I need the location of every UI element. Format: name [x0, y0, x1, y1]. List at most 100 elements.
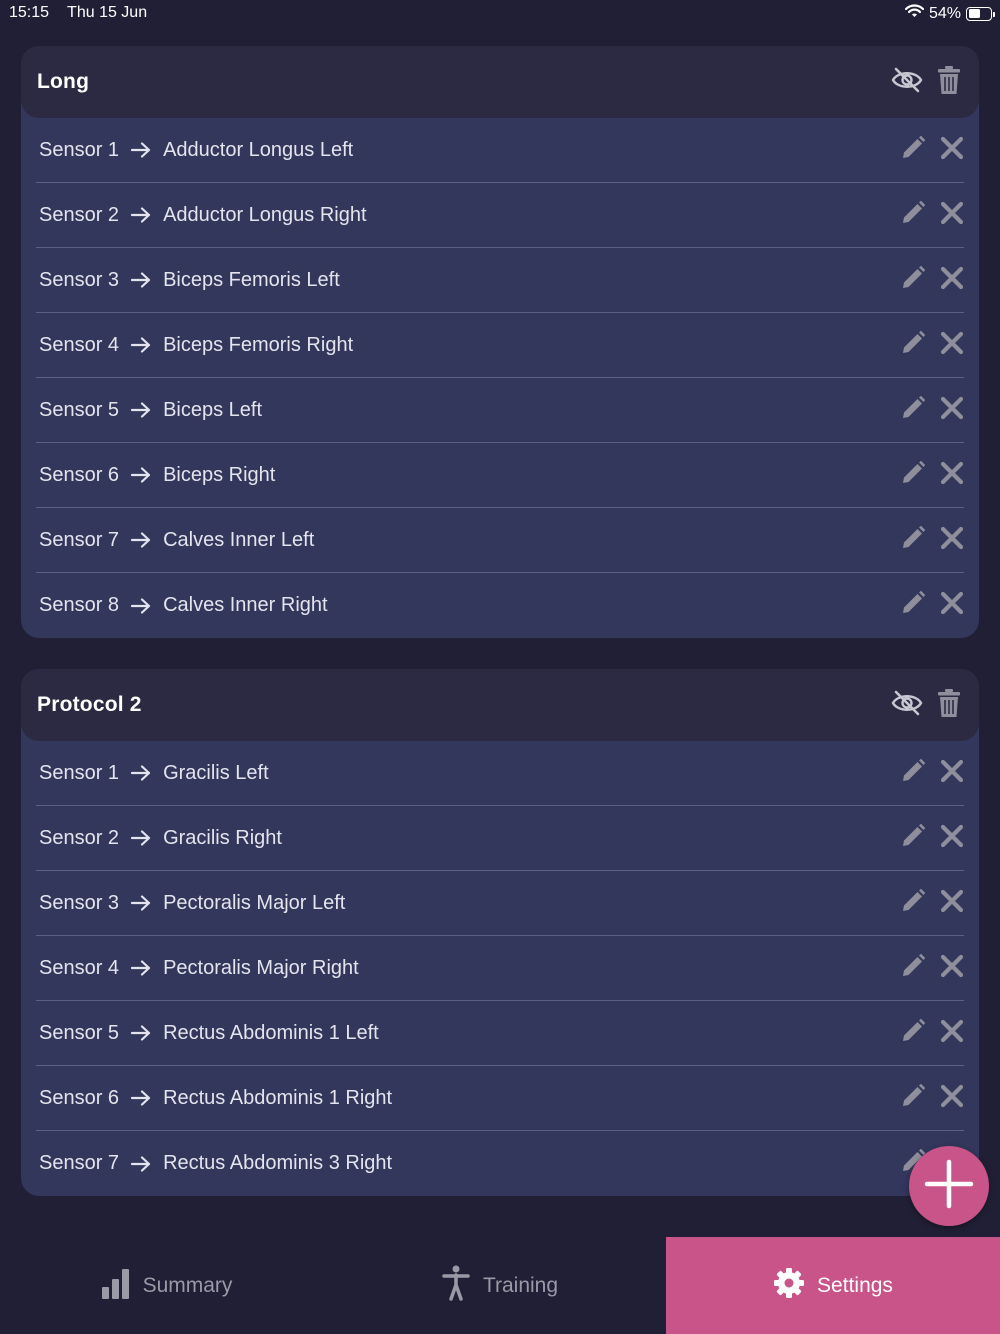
arrow-right-icon — [131, 142, 151, 158]
sensor-name: Sensor 7 — [39, 528, 120, 551]
bar-chart-icon — [101, 1267, 131, 1305]
sensor-actions — [900, 823, 964, 854]
remove-sensor-button[interactable] — [940, 461, 964, 490]
close-icon — [940, 889, 964, 918]
sensor-name: Sensor 2 — [39, 826, 120, 849]
delete-protocol-button[interactable] — [937, 688, 961, 723]
nav-settings[interactable]: Settings — [666, 1237, 1000, 1334]
sensor-row: Sensor 2 Gracilis Right — [36, 806, 964, 871]
sensor-mapping: Sensor 8 Calves Inner Right — [39, 594, 328, 617]
remove-sensor-button[interactable] — [940, 331, 964, 360]
battery-fill — [968, 9, 980, 18]
remove-sensor-button[interactable] — [940, 136, 964, 165]
sensor-mapping: Sensor 1 Adductor Longus Left — [39, 139, 353, 162]
muscle-name: Biceps Right — [163, 463, 276, 486]
edit-sensor-button[interactable] — [900, 1018, 926, 1049]
app-root: 15:15 Thu 15 Jun 54% Long Sensor 1 Adducto… — [0, 0, 1000, 1334]
status-date: Thu 15 Jun — [67, 4, 148, 21]
pencil-icon — [900, 395, 926, 426]
muscle-name: Biceps Femoris Left — [163, 268, 340, 291]
arrow-right-icon — [131, 1025, 151, 1041]
sensor-actions — [900, 395, 964, 426]
protocol-actions — [891, 65, 961, 100]
hide-protocol-button[interactable] — [891, 67, 923, 98]
close-icon — [940, 759, 964, 788]
pencil-icon — [900, 590, 926, 621]
protocol-card: Protocol 2 Sensor 1 Gracilis Left Sensor 2 G… — [21, 669, 979, 1196]
sensor-actions — [900, 135, 964, 166]
pencil-icon — [900, 1083, 926, 1114]
close-icon — [940, 1019, 964, 1048]
edit-sensor-button[interactable] — [900, 200, 926, 231]
nav-settings-label: Settings — [817, 1273, 893, 1297]
remove-sensor-button[interactable] — [940, 1019, 964, 1048]
remove-sensor-button[interactable] — [940, 824, 964, 853]
sensor-name: Sensor 5 — [39, 1021, 120, 1044]
remove-sensor-button[interactable] — [940, 759, 964, 788]
edit-sensor-button[interactable] — [900, 460, 926, 491]
remove-sensor-button[interactable] — [940, 396, 964, 425]
nav-training[interactable]: Training — [333, 1237, 666, 1334]
protocol-list[interactable]: Long Sensor 1 Adductor Longus Left Sensor 2… — [21, 46, 979, 1216]
sensor-mapping: Sensor 6 Biceps Right — [39, 464, 275, 487]
hide-protocol-button[interactable] — [891, 690, 923, 721]
pencil-icon — [900, 200, 926, 231]
edit-sensor-button[interactable] — [900, 525, 926, 556]
muscle-name: Adductor Longus Right — [163, 203, 367, 226]
bottom-nav: Summary Training Settings — [0, 1237, 1000, 1334]
close-icon — [940, 396, 964, 425]
edit-sensor-button[interactable] — [900, 330, 926, 361]
sensor-actions — [900, 888, 964, 919]
remove-sensor-button[interactable] — [940, 954, 964, 983]
edit-sensor-button[interactable] — [900, 590, 926, 621]
close-icon — [940, 461, 964, 490]
muscle-name: Calves Inner Right — [163, 594, 328, 616]
nav-summary[interactable]: Summary — [0, 1237, 333, 1334]
gear-icon — [773, 1267, 805, 1305]
protocol-title: Protocol 2 — [37, 693, 142, 716]
trash-icon — [937, 688, 961, 723]
muscle-name: Adductor Longus Left — [163, 138, 354, 161]
muscle-name: Gracilis Right — [163, 826, 282, 849]
sensor-actions — [900, 330, 964, 361]
add-protocol-button[interactable] — [909, 1146, 989, 1226]
edit-sensor-button[interactable] — [900, 395, 926, 426]
muscle-name: Rectus Abdominis 1 Left — [163, 1021, 379, 1044]
plus-icon — [924, 1159, 974, 1214]
sensor-actions — [900, 953, 964, 984]
arrow-right-icon — [131, 532, 151, 548]
edit-sensor-button[interactable] — [900, 823, 926, 854]
status-bar: 15:15 Thu 15 Jun 54% — [0, 0, 1000, 28]
edit-sensor-button[interactable] — [900, 888, 926, 919]
nav-summary-label: Summary — [142, 1273, 233, 1297]
sensor-name: Sensor 4 — [39, 333, 120, 356]
pencil-icon — [900, 953, 926, 984]
muscle-name: Pectoralis Major Right — [163, 956, 359, 979]
delete-protocol-button[interactable] — [937, 65, 961, 100]
eye-off-icon — [891, 690, 923, 721]
remove-sensor-button[interactable] — [940, 201, 964, 230]
remove-sensor-button[interactable] — [940, 889, 964, 918]
muscle-name: Rectus Abdominis 3 Right — [163, 1152, 393, 1174]
edit-sensor-button[interactable] — [900, 265, 926, 296]
pencil-icon — [900, 265, 926, 296]
sensor-name: Sensor 6 — [39, 463, 120, 486]
close-icon — [940, 954, 964, 983]
remove-sensor-button[interactable] — [940, 526, 964, 555]
muscle-name: Biceps Femoris Right — [163, 333, 354, 356]
edit-sensor-button[interactable] — [900, 953, 926, 984]
arrow-right-icon — [131, 895, 151, 911]
pencil-icon — [900, 758, 926, 789]
remove-sensor-button[interactable] — [940, 1084, 964, 1113]
edit-sensor-button[interactable] — [900, 135, 926, 166]
sensor-actions — [900, 1018, 964, 1049]
sensor-mapping: Sensor 5 Biceps Left — [39, 399, 262, 422]
remove-sensor-button[interactable] — [940, 266, 964, 295]
edit-sensor-button[interactable] — [900, 758, 926, 789]
close-icon — [940, 824, 964, 853]
remove-sensor-button[interactable] — [940, 591, 964, 620]
protocol-actions — [891, 688, 961, 723]
trash-icon — [937, 65, 961, 100]
edit-sensor-button[interactable] — [900, 1083, 926, 1114]
sensor-mapping: Sensor 2 Gracilis Right — [39, 827, 282, 850]
